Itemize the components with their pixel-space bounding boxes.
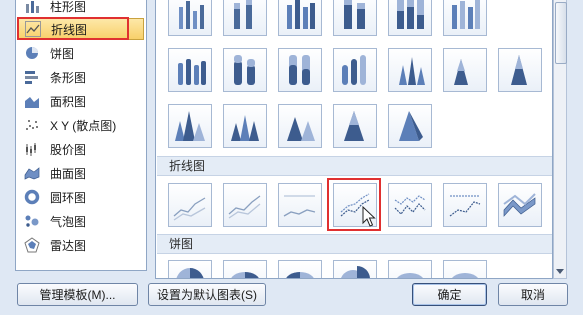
sidebar-item-pie[interactable]: 饼图 [18,42,144,64]
section-header-pie: 饼图 [157,234,552,254]
sidebar-item-stock[interactable]: 股价图 [18,138,144,160]
chart-thumb-line[interactable] [168,183,212,227]
chart-thumb-stacked-cylinder[interactable] [223,48,267,92]
scatter-chart-icon [24,117,40,133]
sidebar-item-line[interactable]: 折线图 [18,18,144,40]
sidebar-item-bubble[interactable]: 气泡图 [18,210,144,232]
chart-thumb-pie[interactable] [168,260,212,278]
chart-thumb-100-stacked-cone[interactable] [498,48,542,92]
sidebar-item-label: 面积图 [50,94,87,109]
bar-chart-icon [24,69,40,85]
sidebar-item-scatter[interactable]: X Y (散点图) [18,114,144,136]
surface-chart-icon [24,165,40,181]
sidebar-item-label: 饼图 [50,46,75,61]
chart-thumb-3d-pyramid[interactable] [388,104,432,148]
sidebar-item-label: 条形图 [50,70,87,85]
line-chart-icon [25,21,41,37]
chart-thumb-clustered-pyramid[interactable] [223,104,267,148]
chart-thumb-100-stacked-pyramid[interactable] [333,104,377,148]
chart-thumb-3d-exploded-pie[interactable] [388,260,432,278]
sidebar-item-label: 股价图 [50,142,87,157]
sidebar-item-bar[interactable]: 条形图 [18,66,144,88]
chart-thumb-3d-stacked-column[interactable] [333,0,377,36]
chart-thumb-stacked-column[interactable] [223,0,267,36]
column-chart-icon [24,0,40,14]
chart-thumb-3d-cone[interactable] [168,104,212,148]
chart-thumb-100-stacked-line[interactable] [278,183,322,227]
sidebar-item-label: 柱形图 [50,0,87,14]
manage-templates-button[interactable]: 管理模板(M)... [17,283,138,306]
chart-thumb-3d-column[interactable] [443,0,487,36]
chart-thumb-stacked-pyramid[interactable] [278,104,322,148]
chart-thumb-3d-100-stacked-column[interactable] [388,0,432,36]
chart-thumb-3d-pie[interactable] [223,260,267,278]
pie-chart-icon [24,45,40,61]
sidebar-item-label: X Y (散点图) [50,118,117,133]
area-chart-icon [24,93,40,109]
sidebar-item-label: 气泡图 [50,214,87,229]
chart-thumb-stacked-line-with-markers[interactable] [388,183,432,227]
sidebar-item-doughnut[interactable]: 圆环图 [18,186,144,208]
radar-chart-icon [24,237,40,253]
mouse-cursor-icon [362,206,376,227]
chart-thumb-3d-line[interactable] [498,183,542,227]
chart-thumb-clustered-cone[interactable] [388,48,432,92]
chart-thumb-bar-of-pie[interactable] [443,260,487,278]
chart-thumb-clustered-column[interactable] [168,0,212,36]
sidebar-item-area[interactable]: 面积图 [18,90,144,112]
doughnut-chart-icon [24,189,40,205]
sidebar-item-column[interactable]: 柱形图 [18,0,144,17]
chart-thumb-pie-of-pie[interactable] [278,260,322,278]
chart-thumb-clustered-cylinder[interactable] [168,48,212,92]
set-default-chart-button[interactable]: 设置为默认图表(S) [148,283,266,306]
bubble-chart-icon [24,213,40,229]
chart-thumb-3d-cylinder[interactable] [333,48,377,92]
section-header-line: 折线图 [157,156,552,176]
chart-thumb-100-stacked-line-with-markers[interactable] [443,183,487,227]
ok-button[interactable]: 确定 [412,283,487,306]
scroll-down-icon[interactable] [556,269,564,274]
sidebar-item-surface[interactable]: 曲面图 [18,162,144,184]
chart-thumb-stacked-line[interactable] [223,183,267,227]
stock-chart-icon [24,141,40,157]
chart-thumb-exploded-pie[interactable] [333,260,377,278]
sidebar-item-label: 曲面图 [50,166,87,181]
gallery-scrollbar[interactable] [553,0,567,279]
chart-thumb-100-stacked-cylinder[interactable] [278,48,322,92]
sidebar-item-radar[interactable]: 雷达图 [18,234,144,256]
sidebar-item-label: 雷达图 [50,238,87,253]
scrollbar-thumb[interactable] [555,2,567,64]
sidebar-item-label: 折线图 [51,22,88,37]
chart-type-list[interactable]: 柱形图 折线图 饼图 条形图 面积图 X Y (散点图) 股价图 曲面图 圆环图… [15,0,147,271]
chart-thumb-3d-clustered-column[interactable] [278,0,322,36]
chart-thumb-stacked-cone[interactable] [443,48,487,92]
sidebar-item-label: 圆环图 [50,190,87,205]
cancel-button[interactable]: 取消 [498,283,568,306]
chart-subtype-gallery[interactable]: 折线图 饼图 [155,0,553,279]
